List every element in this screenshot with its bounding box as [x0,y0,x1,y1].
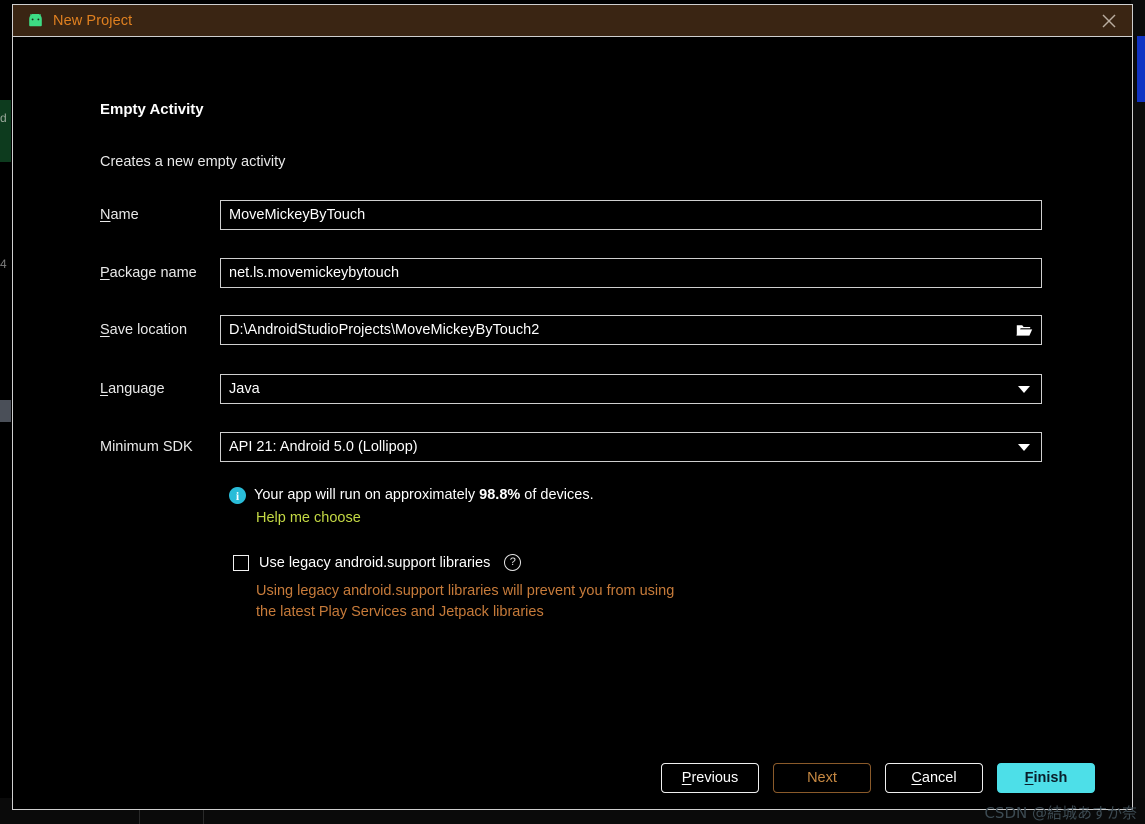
ide-scrollbar[interactable] [1137,36,1145,102]
chevron-down-icon[interactable] [1007,433,1041,461]
device-coverage-text: Your app will run on approximately 98.8%… [254,485,594,505]
coverage-percentage: 98.8% [479,487,521,503]
package-name-input[interactable] [220,258,1042,288]
save-location-input[interactable] [220,315,1042,345]
ide-editor-highlight [0,100,11,162]
form-row-name: Name [100,200,1042,230]
label-minimum-sdk: Minimum SDK [100,439,193,455]
legacy-support-checkbox[interactable] [233,554,249,571]
legacy-support-label[interactable]: Use legacy android.support libraries [259,555,490,571]
label-language: Language [100,381,165,397]
ide-editor-char: d [0,111,7,125]
dialog-titlebar: New Project [13,5,1132,37]
legacy-support-warning: Using legacy android.support libraries w… [256,581,776,623]
minimum-sdk-combo[interactable] [220,432,1042,462]
form-row-package-name: Package name [100,258,1042,288]
device-coverage-info: i Your app will run on approximately 98.… [229,485,594,505]
name-input[interactable] [220,200,1042,230]
language-combo[interactable] [220,374,1042,404]
ide-right-strip [1131,0,1145,824]
page-subtitle: Creates a new empty activity [100,154,286,170]
form-row-minimum-sdk: Minimum SDK [100,432,1042,462]
android-robot-icon [25,11,45,31]
finish-button[interactable]: Finish [997,763,1095,793]
info-icon: i [229,487,246,504]
label-package-name: Package name [100,265,197,281]
label-name: Name [100,207,139,223]
legacy-warning-line-2: the latest Play Services and Jetpack lib… [256,604,544,620]
form-row-language: Language [100,374,1042,404]
legacy-support-row: Use legacy android.support libraries ? [233,554,522,571]
ide-line-number: 4 [0,257,7,271]
cancel-button[interactable]: Cancel [885,763,983,793]
previous-button[interactable]: Previous [661,763,759,793]
close-icon[interactable] [1086,5,1132,36]
chevron-down-icon[interactable] [1007,375,1041,403]
dialog-title: New Project [53,12,133,29]
legacy-warning-line-1: Using legacy android.support libraries w… [256,583,675,599]
new-project-dialog: New Project Empty Activity Creates a new… [12,4,1133,810]
label-save-location: Save location [100,322,188,338]
next-button[interactable]: Next [773,763,871,793]
dialog-body: Empty Activity Creates a new empty activ… [13,37,1132,809]
question-mark-icon[interactable]: ? [504,554,522,571]
coverage-text-after: of devices. [520,487,594,503]
form-row-save-location: Save location [100,315,1042,345]
folder-open-icon[interactable] [1007,316,1041,344]
dialog-footer: Previous Next Cancel Finish [13,747,1132,809]
help-me-choose-link[interactable]: Help me choose [256,510,361,526]
coverage-text-before: Your app will run on approximately [254,487,480,503]
page-title: Empty Activity [100,101,204,118]
ide-gutter-marker [0,400,11,422]
